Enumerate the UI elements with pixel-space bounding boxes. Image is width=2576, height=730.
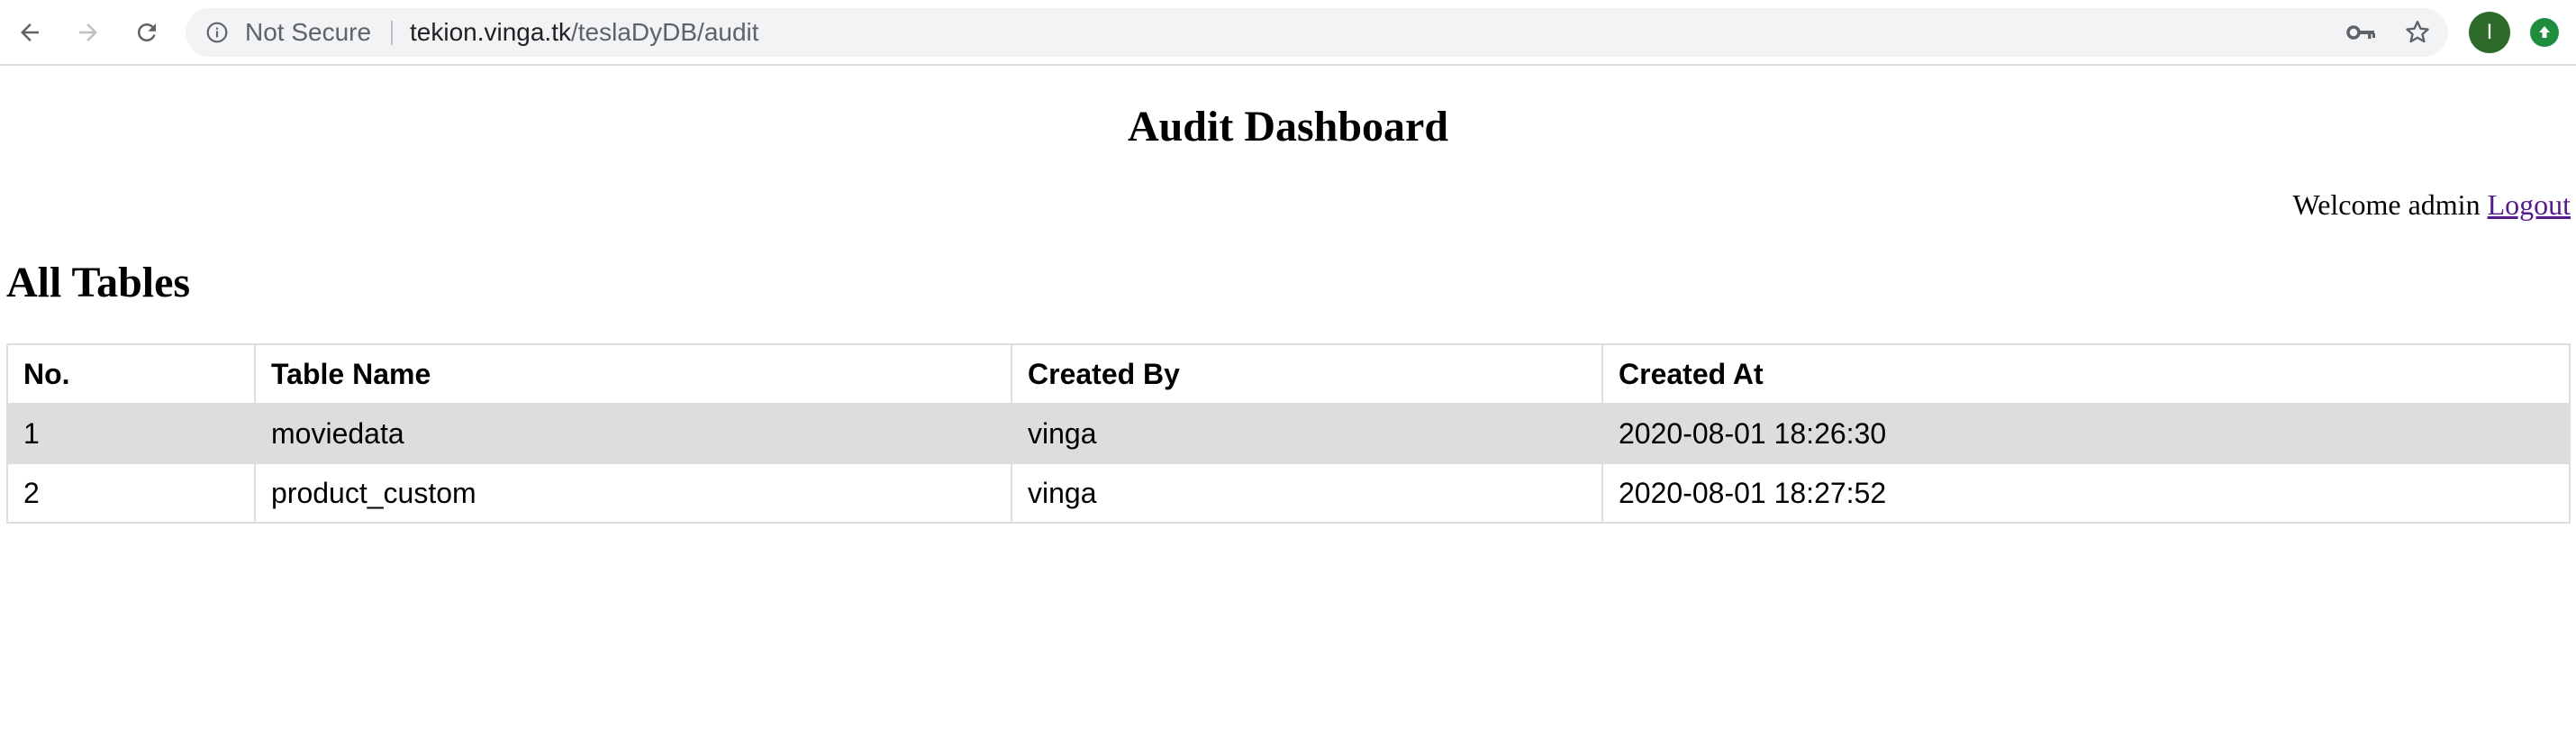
update-arrow-glyph bbox=[2539, 26, 2550, 38]
tables-table: No. Table Name Created By Created At 1 m… bbox=[6, 343, 2571, 524]
key-icon[interactable] bbox=[2345, 20, 2378, 45]
table-row[interactable]: 2 product_custom vinga 2020-08-01 18:27:… bbox=[6, 462, 2571, 524]
section-heading: All Tables bbox=[6, 259, 191, 306]
page-title: Audit Dashboard bbox=[1127, 103, 1449, 151]
url-text[interactable]: tekion.vinga.tk/teslaDyDB/audit bbox=[410, 8, 759, 57]
welcome-text: Welcome admin bbox=[2292, 188, 2481, 221]
url-host: tekion.vinga.tk bbox=[410, 18, 571, 46]
arrow-left-icon bbox=[21, 23, 39, 41]
welcome-bar: Welcome admin Logout bbox=[2293, 185, 2571, 224]
back-button[interactable] bbox=[10, 13, 50, 52]
star-icon[interactable] bbox=[2402, 18, 2433, 47]
profile-avatar[interactable]: I bbox=[2469, 12, 2510, 53]
address-bar[interactable]: Not Secure tekion.vinga.tk/teslaDyDB/aud… bbox=[186, 8, 2448, 57]
cell-no: 2 bbox=[6, 462, 256, 524]
url-path: /teslaDyDB/audit bbox=[571, 18, 759, 46]
reload-icon bbox=[138, 23, 156, 41]
table-row[interactable]: 1 moviedata vinga 2020-08-01 18:26:30 bbox=[6, 403, 2571, 464]
cell-created-at: 2020-08-01 18:27:52 bbox=[1601, 462, 2571, 524]
cell-table-name: product_custom bbox=[254, 462, 1012, 524]
table-header-row: No. Table Name Created By Created At bbox=[6, 343, 2571, 405]
cell-table-name: moviedata bbox=[254, 403, 1012, 464]
cell-created-by: vinga bbox=[1011, 403, 1603, 464]
cell-created-at: 2020-08-01 18:26:30 bbox=[1601, 403, 2571, 464]
header-created-by: Created By bbox=[1011, 343, 1603, 405]
reload-button[interactable] bbox=[127, 13, 167, 52]
address-divider bbox=[391, 21, 393, 45]
header-table-name: Table Name bbox=[254, 343, 1012, 405]
cell-no: 1 bbox=[6, 403, 256, 464]
arrow-right-icon bbox=[79, 23, 97, 41]
browser-toolbar: Not Secure tekion.vinga.tk/teslaDyDB/aud… bbox=[0, 0, 2576, 66]
forward-button[interactable] bbox=[68, 13, 108, 52]
header-no: No. bbox=[6, 343, 256, 405]
info-icon[interactable] bbox=[205, 21, 229, 44]
security-status[interactable]: Not Secure bbox=[245, 8, 371, 57]
header-created-at: Created At bbox=[1601, 343, 2571, 405]
logout-link[interactable]: Logout bbox=[2488, 188, 2571, 221]
cell-created-by: vinga bbox=[1011, 462, 1603, 524]
update-arrow-icon[interactable] bbox=[2530, 18, 2559, 47]
